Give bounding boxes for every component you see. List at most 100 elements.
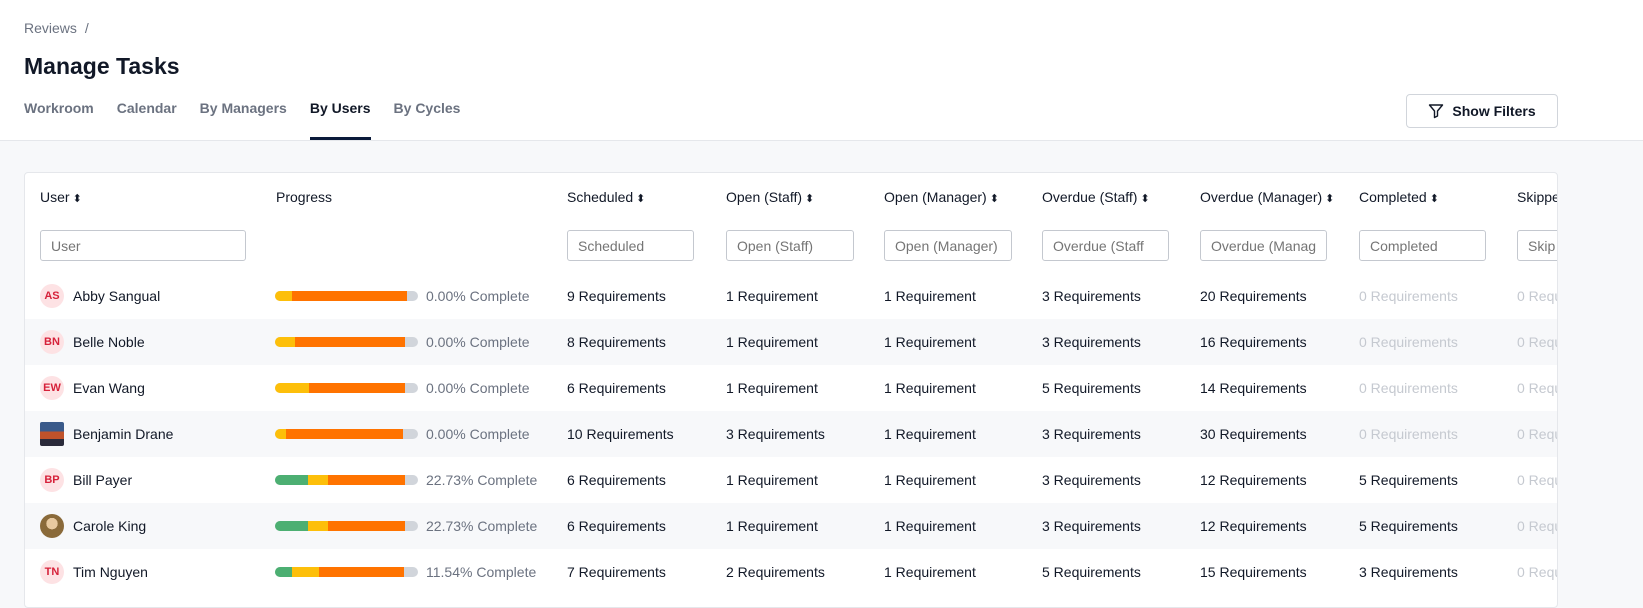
filter-input-open-staff[interactable] — [726, 230, 854, 261]
cell-scheduled: 6 Requirements — [567, 472, 666, 488]
cell-overdue-manager: 14 Requirements — [1200, 380, 1307, 396]
filter-input-overdue-staff[interactable] — [1042, 230, 1169, 261]
show-filters-label: Show Filters — [1452, 103, 1536, 119]
cell-open-manager: 1 Requirement — [884, 380, 976, 396]
tab-workroom[interactable]: Workroom — [24, 100, 94, 140]
sort-icon[interactable]: ⬍ — [1430, 193, 1439, 205]
user-name[interactable]: Evan Wang — [73, 365, 145, 411]
cell-scheduled: 6 Requirements — [567, 518, 666, 534]
cell-open-staff: 1 Requirement — [726, 288, 818, 304]
filter-input-completed[interactable] — [1359, 230, 1486, 261]
breadcrumb: Reviews / — [24, 20, 89, 36]
progress-segment-open — [307, 521, 328, 531]
filter-input-scheduled[interactable] — [567, 230, 694, 261]
page-header: Reviews / Manage Tasks Workroom Calendar … — [0, 0, 1643, 141]
table-row[interactable]: TN Tim Nguyen 11.54% Complete 7 Requirement… — [25, 549, 1557, 595]
column-header-scheduled[interactable]: Scheduled ⬍ — [567, 189, 645, 205]
column-header-label: Open (Staff) — [726, 189, 803, 205]
column-header-completed[interactable]: Completed ⬍ — [1359, 189, 1439, 205]
sort-icon[interactable]: ⬍ — [1140, 193, 1149, 205]
sort-icon[interactable]: ⬍ — [805, 193, 814, 205]
show-filters-button[interactable]: Show Filters — [1406, 94, 1558, 128]
cell-open-manager: 1 Requirement — [884, 564, 976, 580]
tab-by-cycles[interactable]: By Cycles — [394, 100, 461, 140]
table-row[interactable]: BP Bill Payer 22.73% Complete 6 Requirement… — [25, 457, 1557, 503]
cell-scheduled: 8 Requirements — [567, 334, 666, 350]
cell-completed: 3 Requirements — [1359, 564, 1458, 580]
table-row[interactable]: Benjamin Drane 0.00% Complete 10 Requireme… — [25, 411, 1557, 457]
sort-icon[interactable]: ⬍ — [1325, 193, 1334, 205]
user-name[interactable]: Abby Sangual — [73, 273, 160, 319]
cell-scheduled: 6 Requirements — [567, 380, 666, 396]
cell-skipped: 0 Requ — [1517, 564, 1558, 580]
progress-segment-overdue — [295, 337, 406, 347]
cell-skipped: 0 Requ — [1517, 334, 1558, 350]
column-header-label: Progress — [276, 189, 333, 205]
avatar: BP — [40, 468, 64, 492]
filter-input-open-manager[interactable] — [884, 230, 1012, 261]
tab-calendar[interactable]: Calendar — [117, 100, 177, 140]
column-header-user[interactable]: User ⬍ — [40, 189, 82, 205]
progress-segment-overdue — [309, 383, 406, 393]
progress-bar — [275, 337, 418, 347]
user-name[interactable]: Bill Payer — [73, 457, 132, 503]
column-header-overdue-manager[interactable]: Overdue (Manager) ⬍ — [1200, 189, 1334, 205]
column-header-skippe[interactable]: Skippe⬍ — [1517, 189, 1557, 205]
cell-overdue-manager: 15 Requirements — [1200, 564, 1307, 580]
filter-input-skippe[interactable] — [1517, 230, 1557, 261]
avatar-photo — [40, 422, 64, 446]
column-header-open-staff[interactable]: Open (Staff) ⬍ — [726, 189, 814, 205]
cell-skipped: 0 Requ — [1517, 472, 1558, 488]
column-header-label: Overdue (Manager) — [1200, 189, 1323, 205]
progress-percent: 0.00% Complete — [426, 380, 530, 396]
cell-overdue-staff: 3 Requirements — [1042, 518, 1141, 534]
table-row[interactable]: AS Abby Sangual 0.00% Complete 9 Requiremen… — [25, 273, 1557, 319]
cell-skipped: 0 Requ — [1517, 518, 1558, 534]
user-name[interactable]: Benjamin Drane — [73, 411, 173, 457]
cell-open-manager: 1 Requirement — [884, 334, 976, 350]
cell-overdue-manager: 12 Requirements — [1200, 472, 1307, 488]
cell-open-staff: 3 Requirements — [726, 426, 825, 442]
cell-open-manager: 1 Requirement — [884, 518, 976, 534]
cell-completed: 0 Requirements — [1359, 426, 1458, 442]
progress-bar — [275, 567, 418, 577]
table-row[interactable]: EW Evan Wang 0.00% Complete 6 Requirements 1… — [25, 365, 1557, 411]
users-table: User⬍ProgressScheduled⬍Open (Staff)⬍Open… — [24, 172, 1558, 608]
table-row[interactable]: Carole King 22.73% Complete 6 Requirements… — [25, 503, 1557, 549]
cell-overdue-staff: 5 Requirements — [1042, 564, 1141, 580]
filter-input-overdue-manager[interactable] — [1200, 230, 1327, 261]
table-row[interactable]: BN Belle Noble 0.00% Complete 8 Requirement… — [25, 319, 1557, 365]
column-header-label: Open (Manager) — [884, 189, 987, 205]
filter-input-user[interactable] — [40, 230, 246, 261]
cell-overdue-manager: 16 Requirements — [1200, 334, 1307, 350]
cell-completed: 5 Requirements — [1359, 518, 1458, 534]
avatar-photo — [40, 514, 64, 538]
user-name[interactable]: Carole King — [73, 503, 146, 549]
cell-skipped: 0 Requ — [1517, 288, 1558, 304]
sort-icon[interactable]: ⬍ — [73, 193, 82, 205]
cell-open-staff: 1 Requirement — [726, 472, 818, 488]
tab-by-managers[interactable]: By Managers — [200, 100, 287, 140]
cell-skipped: 0 Requ — [1517, 426, 1558, 442]
cell-scheduled: 7 Requirements — [567, 564, 666, 580]
user-name[interactable]: Belle Noble — [73, 319, 145, 365]
column-header-label: User — [40, 189, 70, 205]
progress-segment-overdue — [327, 475, 405, 485]
progress-segment-open — [275, 383, 310, 393]
sort-icon[interactable]: ⬍ — [990, 193, 999, 205]
avatar: BN — [40, 330, 64, 354]
breadcrumb-reviews[interactable]: Reviews — [24, 20, 77, 36]
breadcrumb-separator: / — [84, 20, 89, 36]
cell-open-manager: 1 Requirement — [884, 472, 976, 488]
user-name[interactable]: Tim Nguyen — [73, 549, 148, 595]
progress-percent: 0.00% Complete — [426, 288, 530, 304]
sort-icon[interactable]: ⬍ — [636, 193, 645, 205]
column-header-open-manager[interactable]: Open (Manager) ⬍ — [884, 189, 999, 205]
tab-by-users[interactable]: By Users — [309, 100, 371, 140]
cell-open-manager: 1 Requirement — [884, 426, 976, 442]
progress-percent: 22.73% Complete — [426, 518, 538, 534]
cell-scheduled: 9 Requirements — [567, 288, 666, 304]
column-header-overdue-staff[interactable]: Overdue (Staff) ⬍ — [1042, 189, 1150, 205]
cell-open-staff: 1 Requirement — [726, 334, 818, 350]
cell-overdue-manager: 12 Requirements — [1200, 518, 1307, 534]
